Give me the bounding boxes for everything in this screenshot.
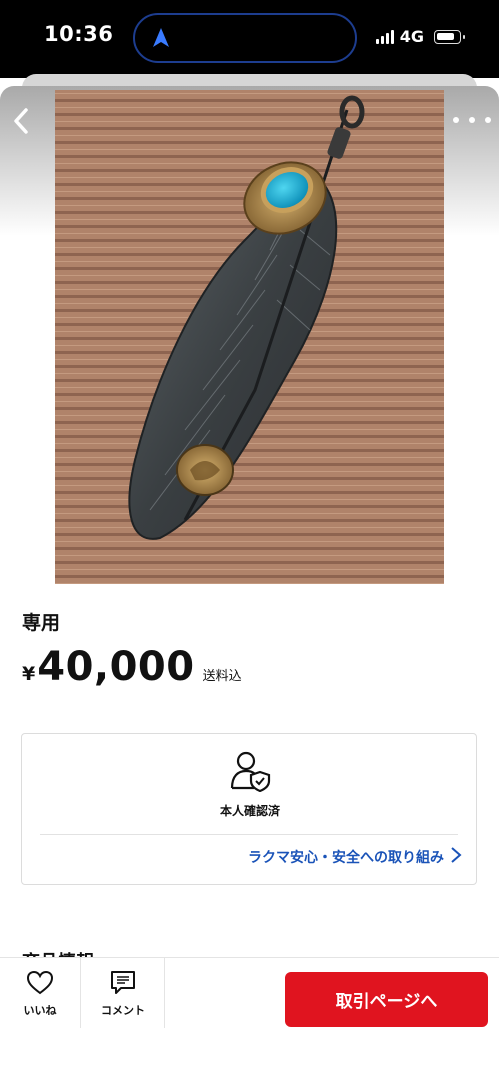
comment-icon (111, 970, 135, 994)
item-price: 40,000 (37, 644, 195, 690)
screen: 10:36 4G 専用 ¥ 40,000 送料込 本人確認済 ラクマ安心・安全へ… (0, 0, 499, 1080)
chevron-right-icon[interactable] (450, 846, 462, 864)
status-time: 10:36 (44, 22, 114, 46)
price-row: ¥ 40,000 送料込 (22, 644, 242, 690)
back-chevron-icon (14, 108, 28, 134)
currency-symbol: ¥ (22, 663, 36, 685)
status-bar: 10:36 4G (0, 0, 499, 78)
status-indicators: 4G (375, 27, 465, 46)
item-title: 専用 (22, 612, 61, 634)
divider (40, 834, 458, 835)
comment-button[interactable]: コメント (82, 958, 165, 1028)
dynamic-island (133, 13, 357, 63)
comment-label: コメント (101, 1003, 145, 1017)
network-type: 4G (399, 27, 424, 46)
safety-link[interactable]: ラクマ安心・安全への取り組み (248, 847, 444, 867)
bottom-action-bar: いいね コメント 取引ページへ (0, 957, 499, 1080)
product-photo[interactable] (55, 90, 444, 584)
verification-card: 本人確認済 ラクマ安心・安全への取り組み (21, 733, 477, 885)
item-detail-sheet: 専用 ¥ 40,000 送料込 本人確認済 ラクマ安心・安全への取り組み 商品情… (0, 86, 499, 1080)
like-label: いいね (23, 1003, 57, 1017)
signal-icon (375, 29, 394, 44)
go-to-transaction-button[interactable]: 取引ページへ (285, 972, 488, 1027)
verification-label: 本人確認済 (219, 804, 280, 818)
navigation-arrow-icon (153, 28, 169, 47)
more-dots-icon[interactable] (453, 110, 491, 130)
shipping-label: 送料込 (202, 669, 242, 684)
back-button[interactable] (6, 104, 36, 138)
like-button[interactable]: いいね (0, 958, 81, 1028)
heart-icon (26, 970, 54, 994)
battery-icon (434, 29, 465, 44)
user-shield-icon (230, 751, 271, 792)
